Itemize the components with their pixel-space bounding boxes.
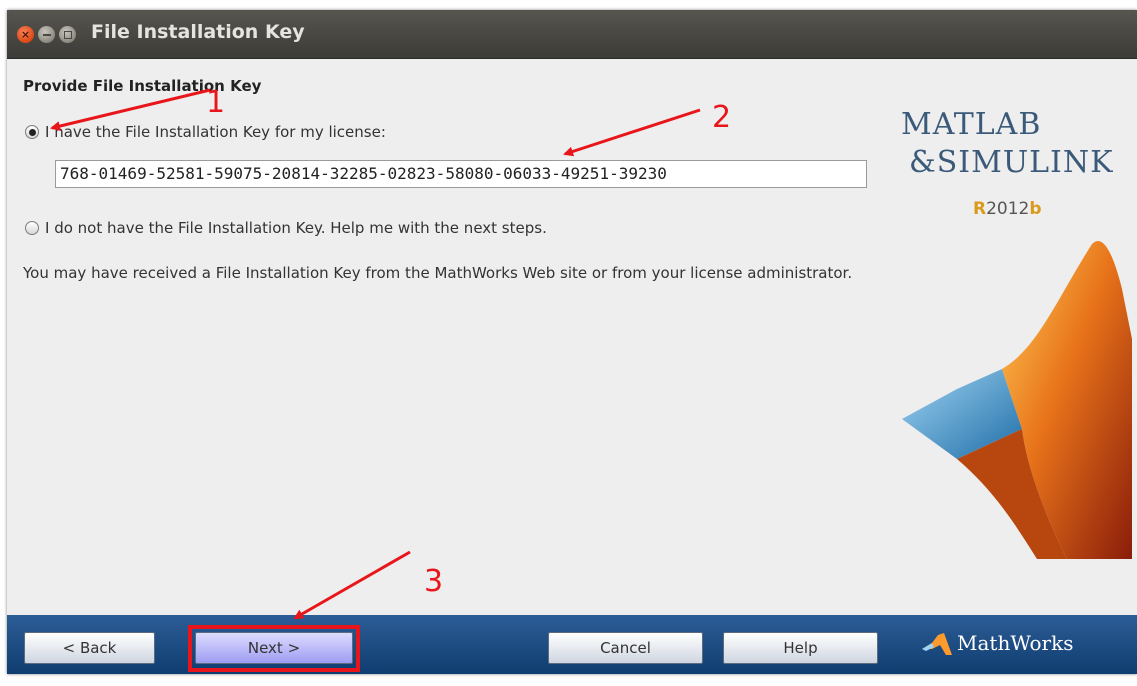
dialog-content: Provide File Installation Key I have the… bbox=[7, 59, 1137, 615]
mathworks-logo-icon bbox=[922, 633, 952, 655]
minimize-window-button[interactable] bbox=[38, 26, 55, 43]
release-r: R bbox=[973, 199, 987, 219]
annotation-label-2: 2 bbox=[712, 100, 732, 135]
release-b: b bbox=[1029, 199, 1042, 219]
logo-simulink-text: &SIMULINK bbox=[909, 145, 1114, 180]
description-text: You may have received a File Installatio… bbox=[23, 264, 853, 282]
annotation-label-1: 1 bbox=[206, 85, 226, 120]
maximize-window-button[interactable] bbox=[59, 26, 76, 43]
help-button[interactable]: Help bbox=[723, 632, 878, 664]
matlab-membrane-icon bbox=[902, 241, 1132, 559]
matlab-branding: MATLAB &SIMULINK R2012b bbox=[887, 99, 1137, 569]
logo-matlab-text: MATLAB bbox=[901, 107, 1042, 142]
maximize-icon bbox=[63, 30, 72, 39]
cancel-button[interactable]: Cancel bbox=[548, 632, 703, 664]
release-year: 2012 bbox=[986, 199, 1030, 219]
no-key-label: I do not have the File Installation Key.… bbox=[45, 219, 547, 237]
installer-window: × File Installation Key Provide File Ins… bbox=[7, 10, 1137, 674]
have-key-radio[interactable] bbox=[25, 125, 39, 139]
no-key-radio[interactable] bbox=[25, 221, 39, 235]
next-highlight-box bbox=[188, 625, 360, 672]
section-title: Provide File Installation Key bbox=[23, 77, 262, 95]
mathworks-logo-text: MathWorks bbox=[957, 631, 1074, 655]
radio-selected-dot bbox=[28, 128, 36, 136]
close-window-button[interactable]: × bbox=[17, 26, 34, 43]
button-bar: < Back Next > Cancel Help MathWorks bbox=[7, 615, 1137, 674]
mathworks-logo: MathWorks bbox=[922, 631, 1074, 655]
have-key-label: I have the File Installation Key for my … bbox=[45, 123, 386, 141]
annotation-label-3: 3 bbox=[424, 564, 444, 599]
close-icon: × bbox=[20, 28, 31, 41]
release-label: R2012b bbox=[973, 199, 1042, 219]
back-button[interactable]: < Back bbox=[24, 632, 155, 664]
window-title: File Installation Key bbox=[91, 21, 305, 43]
title-bar: × File Installation Key bbox=[7, 10, 1137, 59]
no-key-option[interactable]: I do not have the File Installation Key.… bbox=[25, 219, 547, 237]
have-key-option[interactable]: I have the File Installation Key for my … bbox=[25, 123, 386, 141]
minimize-icon bbox=[42, 33, 51, 36]
installation-key-input[interactable]: 768-01469-52581-59075-20814-32285-02823-… bbox=[55, 160, 867, 188]
